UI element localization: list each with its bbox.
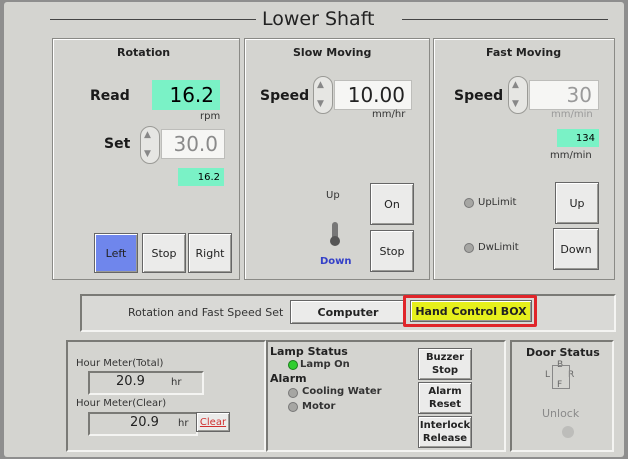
- slow-speed-spinner[interactable]: ▲ ▼: [313, 76, 333, 114]
- door-status-title: Door Status: [526, 346, 600, 359]
- slow-speed-unit: mm/hr: [372, 109, 406, 120]
- rotation-read-unit: rpm: [200, 111, 221, 122]
- door-lock-icon: B L R F: [538, 360, 584, 396]
- hour-clear-label: Hour Meter(Clear): [76, 398, 167, 409]
- title-line-right: [402, 19, 608, 20]
- spinner-up-icon[interactable]: ▲: [317, 80, 324, 90]
- slow-moving-header: Slow Moving: [293, 46, 372, 59]
- fast-speed-unit: mm/min: [551, 109, 593, 120]
- hour-total-unit: hr: [171, 377, 182, 388]
- spinner-down-icon[interactable]: ▼: [144, 149, 151, 159]
- alarm-title: Alarm: [270, 372, 307, 385]
- motor-label: Motor: [302, 401, 336, 412]
- computer-mode-button[interactable]: Computer: [290, 300, 406, 324]
- fast-down-button[interactable]: Down: [553, 228, 599, 270]
- fast-moving-header: Fast Moving: [486, 46, 562, 59]
- door-key-l: L: [545, 370, 551, 380]
- set-label: Set: [104, 136, 131, 152]
- hour-total-label: Hour Meter(Total): [76, 358, 164, 369]
- spinner-down-icon[interactable]: ▼: [512, 99, 519, 109]
- cooling-water-label: Cooling Water: [302, 386, 382, 397]
- hour-total-value: 20.9: [116, 374, 145, 389]
- spinner-up-icon[interactable]: ▲: [512, 80, 519, 90]
- lamp-status-title: Lamp Status: [270, 345, 348, 358]
- hour-clear-value: 20.9: [130, 415, 159, 430]
- slow-stop-button[interactable]: Stop: [370, 230, 414, 272]
- slow-speed-input[interactable]: 10.00: [334, 80, 412, 110]
- cooling-water-led-icon: [288, 388, 298, 398]
- page-title: Lower Shaft: [262, 8, 375, 30]
- rotation-right-button[interactable]: Right: [188, 233, 232, 273]
- spinner-up-icon[interactable]: ▲: [144, 130, 151, 140]
- hour-clear-unit: hr: [178, 418, 189, 429]
- alarm-reset-button[interactable]: Alarm Reset: [418, 382, 472, 414]
- rotation-set-readback: 16.2: [178, 168, 224, 186]
- toggle-down-label: Down: [320, 256, 352, 267]
- rotation-left-button[interactable]: Left: [94, 233, 138, 273]
- slow-on-button[interactable]: On: [370, 183, 414, 225]
- motor-led-icon: [288, 402, 298, 412]
- buzzer-stop-button[interactable]: Buzzer Stop: [418, 348, 472, 380]
- fast-read-unit: mm/min: [550, 150, 592, 161]
- hand-control-box-button[interactable]: Hand Control BOX: [410, 300, 532, 322]
- rotation-stop-button[interactable]: Stop: [142, 233, 186, 273]
- rotation-set-input[interactable]: 30.0: [161, 129, 225, 159]
- toggle-up-label: Up: [326, 190, 340, 201]
- key-icon: [562, 426, 574, 438]
- fast-up-button[interactable]: Up: [555, 182, 599, 224]
- dwlimit-label: DwLimit: [478, 242, 519, 253]
- speed-set-label: Rotation and Fast Speed Set: [128, 306, 284, 319]
- lamp-on-led-icon: [288, 360, 298, 370]
- hour-clear-button[interactable]: Clear: [196, 412, 230, 432]
- fast-speed-spinner[interactable]: ▲ ▼: [508, 76, 528, 114]
- direction-toggle-switch[interactable]: [330, 222, 340, 246]
- interlock-release-button[interactable]: Interlock Release: [418, 416, 472, 448]
- dwlimit-led-icon: [464, 243, 474, 253]
- rotation-set-spinner[interactable]: ▲ ▼: [140, 126, 160, 164]
- title-line-left: [50, 19, 256, 20]
- fast-speed-label: Speed: [454, 88, 504, 104]
- fast-read-value: 134: [557, 129, 599, 147]
- uplimit-label: UpLimit: [478, 197, 517, 208]
- slow-speed-label: Speed: [260, 88, 310, 104]
- door-unlock-label: Unlock: [542, 407, 580, 420]
- rotation-read-value: 16.2: [152, 80, 220, 110]
- fast-speed-input[interactable]: 30: [529, 80, 599, 110]
- control-screen: Lower Shaft Rotation Read 16.2 rpm Set ▲…: [4, 2, 624, 457]
- read-label: Read: [90, 88, 130, 104]
- uplimit-led-icon: [464, 198, 474, 208]
- lamp-on-label: Lamp On: [300, 359, 350, 370]
- rotation-header: Rotation: [117, 46, 171, 59]
- spinner-down-icon[interactable]: ▼: [317, 99, 324, 109]
- hour-total-field: [88, 371, 204, 395]
